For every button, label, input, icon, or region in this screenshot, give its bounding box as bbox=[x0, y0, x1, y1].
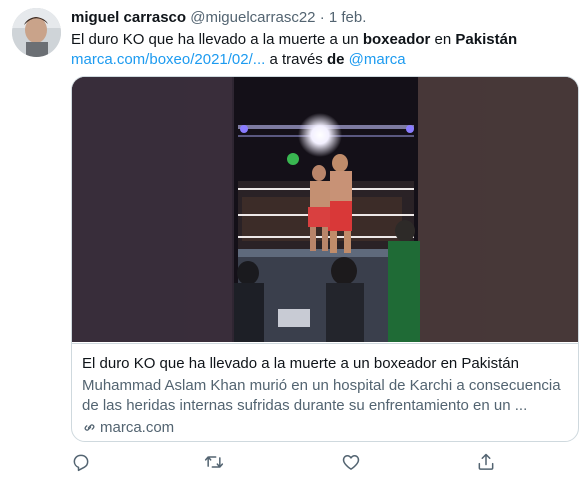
retweet-button[interactable] bbox=[204, 452, 226, 474]
tweet-timestamp[interactable]: 1 feb. bbox=[329, 9, 367, 26]
share-button[interactable] bbox=[476, 452, 498, 474]
tweet-text-part: en bbox=[430, 31, 456, 48]
tweet-text-bold: Pakistán bbox=[455, 31, 518, 48]
boxing-scene-image bbox=[72, 77, 578, 342]
avatar[interactable] bbox=[12, 8, 61, 57]
link-card[interactable]: El duro KO que ha llevado a la muerte a … bbox=[71, 76, 579, 442]
share-icon bbox=[478, 453, 494, 470]
card-domain-text: marca.com bbox=[100, 419, 175, 436]
tweet-header: miguel carrasco @miguelcarrasc22 · 1 feb… bbox=[71, 9, 366, 27]
author-name[interactable]: miguel carrasco bbox=[71, 9, 186, 26]
mention-link[interactable]: @marca bbox=[349, 51, 406, 68]
avatar-image bbox=[12, 8, 61, 57]
card-meta[interactable]: El duro KO que ha llevado a la muerte a … bbox=[72, 343, 578, 441]
tweet-url-link[interactable]: marca.com/boxeo/2021/02/... bbox=[71, 51, 265, 68]
card-domain[interactable]: marca.com bbox=[82, 418, 174, 438]
card-description: Muhammad Aslam Khan murió en un hospital… bbox=[82, 377, 561, 414]
tweet-text-bold: boxeador bbox=[362, 31, 431, 48]
card-image[interactable] bbox=[72, 77, 578, 342]
link-icon bbox=[84, 424, 95, 431]
tweet-text: El duro KO que ha llevado a la muerte a … bbox=[71, 30, 571, 70]
card-title[interactable]: El duro KO que ha llevado a la muerte a … bbox=[82, 354, 519, 374]
separator-dot: · bbox=[319, 9, 325, 26]
tweet-text-part: a través bbox=[265, 51, 327, 68]
author-handle[interactable]: @miguelcarrasc22 bbox=[190, 9, 315, 26]
tweet-actions bbox=[0, 452, 579, 478]
like-button[interactable] bbox=[341, 452, 363, 474]
retweet-icon bbox=[204, 456, 224, 468]
reply-icon bbox=[73, 454, 89, 472]
tweet[interactable]: miguel carrasco @miguelcarrasc22 · 1 feb… bbox=[0, 0, 579, 479]
tweet-text-part: El duro KO que ha llevado a la muerte a … bbox=[71, 31, 363, 48]
like-icon bbox=[342, 455, 360, 470]
tweet-text-bold: de bbox=[326, 51, 345, 68]
reply-button[interactable] bbox=[71, 452, 93, 474]
